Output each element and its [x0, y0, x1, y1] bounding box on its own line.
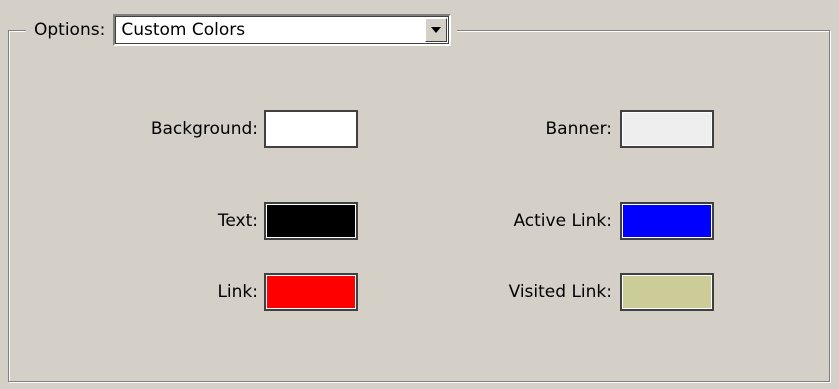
- options-dropdown-value: Custom Colors: [121, 20, 246, 40]
- text-label: Text:: [217, 211, 258, 231]
- active-link-label: Active Link:: [513, 211, 612, 231]
- active-link-color-swatch[interactable]: [620, 202, 714, 240]
- visited-link-label: Visited Link:: [508, 282, 612, 302]
- link-label: Link:: [217, 282, 258, 302]
- banner-color-swatch[interactable]: [620, 110, 714, 148]
- banner-label: Banner:: [545, 119, 612, 139]
- chevron-down-icon: [431, 27, 442, 33]
- visited-link-color-swatch[interactable]: [620, 273, 714, 311]
- link-color-swatch[interactable]: [264, 273, 358, 311]
- options-header: Options: Custom Colors: [26, 12, 458, 48]
- text-color-swatch[interactable]: [264, 202, 358, 240]
- options-label: Options:: [34, 20, 106, 40]
- background-color-swatch[interactable]: [264, 110, 358, 148]
- background-label: Background:: [150, 119, 258, 139]
- options-dropdown-button[interactable]: [425, 18, 448, 42]
- options-dropdown[interactable]: Custom Colors: [113, 14, 452, 46]
